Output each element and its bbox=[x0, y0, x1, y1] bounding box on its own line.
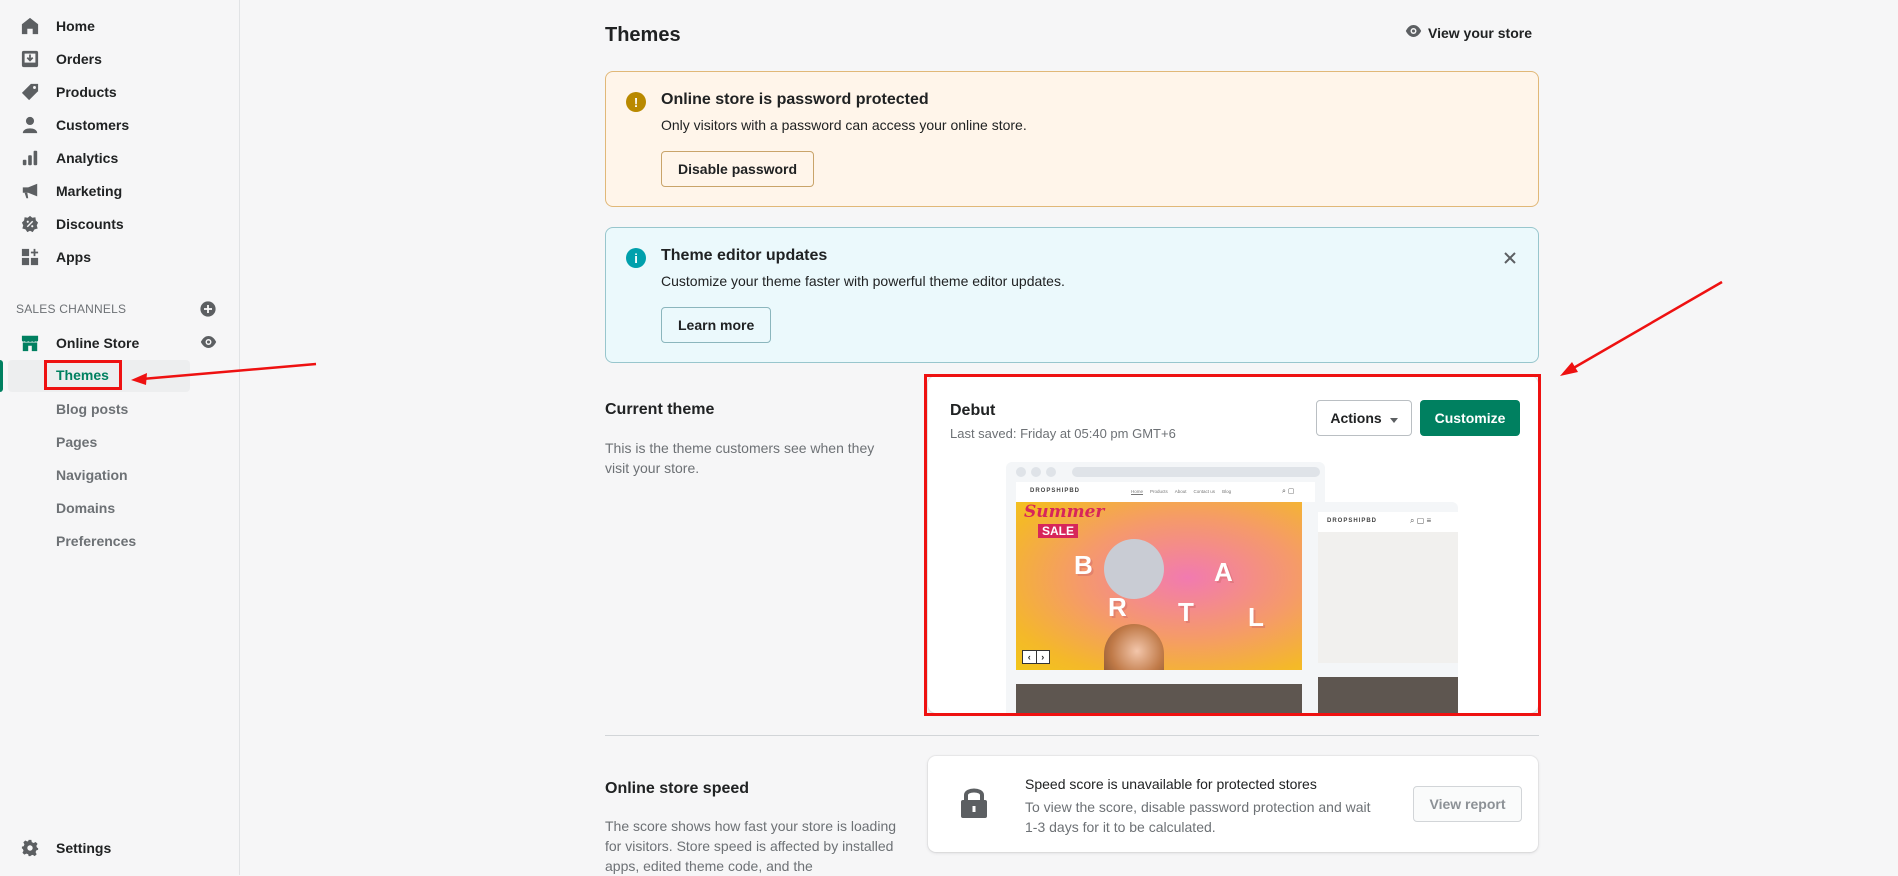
banner-text: Customize your theme faster with powerfu… bbox=[661, 273, 1065, 289]
banner-text: Only visitors with a password can access… bbox=[661, 117, 1027, 133]
view-report-button[interactable]: View report bbox=[1413, 786, 1522, 822]
info-icon: i bbox=[626, 248, 646, 268]
theme-editor-updates-banner: i Theme editor updates Customize your th… bbox=[605, 227, 1539, 363]
learn-more-button[interactable]: Learn more bbox=[661, 307, 772, 343]
page-title: Themes bbox=[605, 24, 681, 46]
online-store-speed-description: The score shows how fast your store is l… bbox=[605, 818, 897, 874]
current-theme-heading: Current theme bbox=[605, 401, 715, 418]
speed-score-card: Speed score is unavailable for protected… bbox=[928, 756, 1538, 852]
speed-card-title: Speed score is unavailable for protected… bbox=[1025, 776, 1317, 792]
password-protected-banner: ! Online store is password protected Onl… bbox=[605, 71, 1539, 207]
close-icon[interactable] bbox=[1500, 248, 1520, 268]
speed-card-text: To view the score, disable password prot… bbox=[1025, 799, 1371, 835]
disable-password-button[interactable]: Disable password bbox=[661, 151, 815, 187]
view-your-store-label: View your store bbox=[1428, 24, 1533, 41]
current-theme-description: This is the theme customers see when the… bbox=[605, 440, 875, 476]
banner-title: Online store is password protected bbox=[661, 91, 929, 108]
banner-title: Theme editor updates bbox=[661, 247, 828, 264]
warning-icon: ! bbox=[626, 92, 646, 112]
main-content: Themes View your store ! Online store is… bbox=[0, 0, 1898, 875]
lock-icon bbox=[960, 786, 988, 823]
annotation-box-theme-card bbox=[924, 374, 1541, 716]
view-your-store-link[interactable]: View your store bbox=[1405, 24, 1532, 41]
eye-icon bbox=[1405, 24, 1422, 41]
online-store-speed-heading: Online store speed bbox=[605, 780, 750, 797]
section-divider bbox=[605, 735, 1539, 736]
